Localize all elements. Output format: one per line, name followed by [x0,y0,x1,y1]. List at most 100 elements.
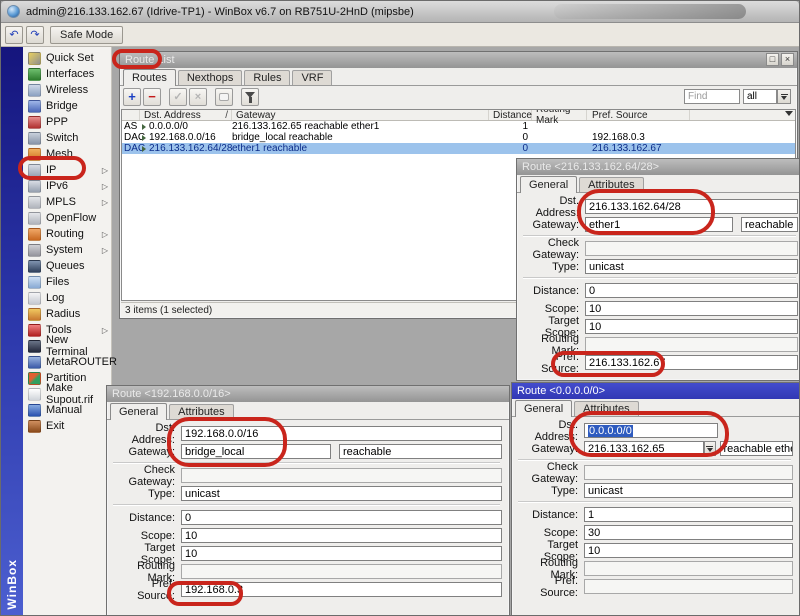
dialog-titlebar[interactable]: Route <216.133.162.64/28> [517,159,799,175]
distance-field[interactable]: 1 [584,507,793,522]
sidebar-item-ipv6[interactable]: IPv6 ▷ [23,178,111,194]
sidebar-item-new-terminal[interactable]: New Terminal [23,334,111,358]
maximize-icon: □ [769,54,776,64]
target-scope-field[interactable]: 10 [585,319,798,334]
dialog-titlebar-active[interactable]: Route <0.0.0.0/0> [512,383,799,399]
routing-mark-field[interactable] [585,337,798,352]
separator [113,504,500,506]
tab-nexthops[interactable]: Nexthops [177,70,243,85]
column-distance[interactable]: Distance [489,110,532,121]
sidebar-item-quick-set[interactable]: Quick Set [23,50,111,66]
target-scope-field[interactable]: 10 [181,546,502,561]
tab-general[interactable]: General [520,176,578,193]
sidebar-item-metarouter[interactable]: MetaROUTER [23,354,117,370]
type-field[interactable]: unicast [584,483,793,498]
tab-routes[interactable]: Routes [123,69,176,86]
undo-button[interactable]: ↶ [5,25,23,44]
submenu-arrow-icon: ▷ [101,245,108,255]
column-dst-address[interactable]: Dst. Address / [140,110,232,121]
safe-mode-button[interactable]: Safe Mode [50,25,124,44]
route-list-tabs: Routes Nexthops Rules VRF [120,68,797,86]
sidebar-item-queues[interactable]: Queues [23,258,111,274]
scope-field[interactable]: 10 [585,301,798,316]
pref-source-field[interactable]: 192.168.0.3 [181,582,502,597]
dialog-titlebar[interactable]: Route <192.168.0.0/16> [107,386,509,402]
sidebar-item-bridge[interactable]: Bridge [23,98,111,114]
distance-field[interactable]: 0 [181,510,502,525]
sidebar-item-exit[interactable]: Exit [23,418,111,434]
gateway-field[interactable]: bridge_local [181,444,331,459]
plus-icon: + [128,89,136,104]
tab-attributes[interactable]: Attributes [579,177,644,192]
remove-route-button[interactable]: − [143,87,161,106]
sidebar-item-wireless[interactable]: Wireless [23,82,111,98]
distance-field[interactable]: 0 [585,283,798,298]
sidebar-item-ip[interactable]: IP ▷ [23,162,111,178]
gateway-field[interactable]: ether1 [585,217,733,232]
sidebar-item-openflow[interactable]: OpenFlow [23,210,111,226]
routing-mark-field[interactable] [181,564,502,579]
scope-field[interactable]: 30 [584,525,793,540]
route-list-titlebar[interactable]: Route List □ × [120,52,797,68]
sidebar-item-log[interactable]: Log [23,290,111,306]
routing-mark-field[interactable] [584,561,793,576]
target-scope-field[interactable]: 10 [584,543,793,558]
dst-address-field[interactable]: 192.168.0.0/16 [181,426,502,441]
dst-address-field[interactable]: 216.133.162.64/28 [585,199,798,214]
column-chooser-icon[interactable] [785,111,793,116]
tab-general[interactable]: General [515,400,573,417]
sidebar-item-routing[interactable]: Routing ▷ [23,226,111,242]
enable-button[interactable]: ✓ [169,87,187,106]
column-gateway[interactable]: Gateway [232,110,489,121]
sidebar-item-system[interactable]: System ▷ [23,242,111,258]
main-titlebar[interactable]: admin@216.133.162.67 (Idrive-TP1) - WinB… [1,1,799,23]
routing-icon [28,227,41,241]
tab-general[interactable]: General [110,403,168,420]
sidebar-item-interfaces[interactable]: Interfaces [23,66,111,82]
comment-icon [219,92,229,101]
tab-attributes[interactable]: Attributes [169,404,234,419]
redo-button[interactable]: ↷ [26,25,44,44]
table-row[interactable]: DAC 192.168.0.0/16 bridge_local reachabl… [122,132,795,143]
gateway-field[interactable]: 216.133.162.65 [584,441,704,456]
close-button[interactable]: × [781,53,794,66]
tab-rules[interactable]: Rules [244,70,291,85]
sidebar-item-mesh[interactable]: Mesh [23,146,111,162]
separator [523,277,796,279]
disable-button[interactable]: × [189,87,207,106]
check-gateway-field[interactable] [585,241,798,256]
sidebar-item-make-supout[interactable]: Make Supout.rif [23,382,111,406]
supout-file-icon [28,387,41,401]
sidebar-item-files[interactable]: Files [23,274,111,290]
pref-source-field[interactable] [584,579,793,594]
maximize-button[interactable]: □ [766,53,779,66]
sidebar-item-ppp[interactable]: PPP [23,114,111,130]
find-input[interactable] [684,89,740,104]
gateway-dropdown-button[interactable] [704,441,716,456]
main-toolbar: ↶ ↷ Safe Mode [1,23,799,47]
scope-field[interactable]: 10 [181,528,502,543]
tab-vrf[interactable]: VRF [292,70,333,85]
type-field[interactable]: unicast [585,259,798,274]
dropdown-button[interactable] [777,89,791,104]
column-routing-mark[interactable]: Routing Mark [532,110,587,126]
check-gateway-field[interactable] [584,465,793,480]
type-field[interactable]: unicast [181,486,502,501]
check-gateway-field[interactable] [181,468,502,483]
undo-icon: ↶ [9,29,19,41]
column-pref-source[interactable]: Pref. Source [587,110,690,121]
comment-button[interactable] [215,87,233,106]
table-row[interactable]: AS 0.0.0.0/0 216.133.162.65 reachable et… [122,121,795,132]
table-row-selected[interactable]: DAC 216.133.162.64/28 ether1 reachable 0… [122,143,795,154]
tab-attributes[interactable]: Attributes [574,401,639,416]
dst-address-field[interactable]: 0.0.0.0/0 [584,423,718,438]
filter-button[interactable] [241,87,259,106]
sidebar-item-switch[interactable]: Switch [23,130,111,146]
pref-source-field[interactable]: 216.133.162.67 [585,355,798,370]
add-route-button[interactable]: + [123,87,141,106]
column-flags[interactable] [122,110,140,120]
sidebar-item-manual[interactable]: Manual [23,402,111,418]
sidebar-item-mpls[interactable]: MPLS ▷ [23,194,111,210]
sidebar-item-radius[interactable]: Radius [23,306,111,322]
find-scope-combo[interactable]: all [743,89,791,104]
